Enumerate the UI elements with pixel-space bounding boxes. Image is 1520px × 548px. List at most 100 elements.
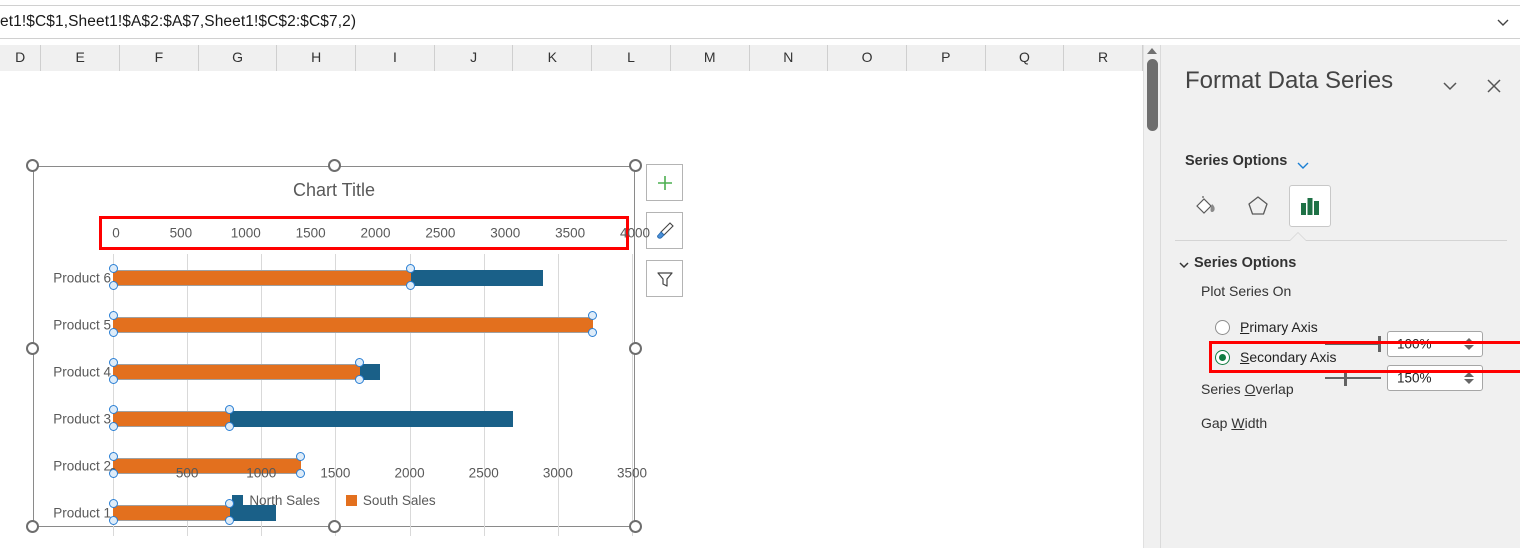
bar-south-sales[interactable]	[113, 317, 594, 333]
scrollbar-thumb[interactable]	[1147, 59, 1158, 131]
series-selection-handle[interactable]	[109, 469, 118, 478]
column-header-r[interactable]: R	[1064, 45, 1143, 71]
stepper-up-icon[interactable]	[1464, 372, 1474, 377]
series-selection-handle[interactable]	[224, 422, 234, 431]
primary-axis-tick: 1000	[246, 465, 277, 481]
chart-resize-handle[interactable]	[629, 520, 642, 533]
series-overlap-slider[interactable]	[1325, 336, 1381, 352]
vertical-scrollbar[interactable]	[1143, 45, 1160, 548]
series-selection-handle[interactable]	[109, 358, 118, 367]
series-selection-handle[interactable]	[224, 499, 234, 508]
series-overlap-input[interactable]: 100%	[1387, 331, 1483, 357]
series-selection-handle[interactable]	[109, 405, 118, 414]
secondary-axis[interactable]: 0 500 1000 1500 2000 2500 3000 3500 4000	[99, 216, 650, 250]
secondary-axis-tick: 0	[112, 225, 120, 241]
series-selection-handle[interactable]	[588, 311, 598, 320]
column-header-o[interactable]: O	[828, 45, 907, 71]
series-selection-handle[interactable]	[109, 452, 118, 461]
series-selection-handle[interactable]	[109, 499, 118, 508]
series-selection-handle[interactable]	[109, 516, 118, 525]
series-selection-handle[interactable]	[406, 281, 416, 290]
chart-resize-handle[interactable]	[26, 520, 39, 533]
column-header-l[interactable]: L	[592, 45, 671, 71]
chart-legend[interactable]: North Sales South Sales	[33, 493, 635, 508]
series-selection-handle[interactable]	[354, 358, 364, 367]
series-selection-handle[interactable]	[109, 375, 118, 384]
column-header-p[interactable]: P	[906, 45, 986, 71]
column-header-e[interactable]: E	[41, 45, 121, 71]
fill-line-tab[interactable]	[1185, 185, 1227, 227]
radio-label: Secondary Axis	[1240, 349, 1337, 365]
radio-icon-selected[interactable]	[1215, 349, 1230, 365]
scroll-up-icon[interactable]	[1147, 48, 1157, 54]
radio-secondary-axis[interactable]: Secondary Axis	[1215, 349, 1337, 365]
format-data-series-pane: Format Data Series Series Options Series…	[1160, 45, 1520, 548]
stepper-down-icon[interactable]	[1464, 379, 1474, 384]
chart-filters-button[interactable]	[646, 260, 683, 297]
series-overlap-value[interactable]: 100%	[1397, 337, 1432, 352]
chart-title[interactable]: Chart Title	[33, 180, 635, 201]
legend-item[interactable]: South Sales	[345, 493, 436, 508]
close-icon[interactable]	[1483, 75, 1505, 102]
primary-axis[interactable]: 0500100015002000250030003500	[66, 462, 647, 484]
series-selection-handle[interactable]	[109, 281, 118, 290]
chevron-down-icon[interactable]	[1494, 13, 1512, 31]
bar-south-sales[interactable]	[113, 270, 412, 286]
chart-resize-handle[interactable]	[629, 159, 642, 172]
slider-thumb[interactable]	[1344, 370, 1347, 386]
column-header-d[interactable]: D	[0, 45, 42, 71]
gap-width-value[interactable]: 150%	[1397, 371, 1432, 386]
series-selection-handle[interactable]	[354, 375, 364, 384]
chart-resize-handle[interactable]	[629, 342, 642, 355]
chart-styles-button[interactable]	[646, 212, 683, 249]
column-header-h[interactable]: H	[277, 45, 357, 71]
stepper-up-icon[interactable]	[1464, 338, 1474, 343]
chart-resize-handle[interactable]	[26, 159, 39, 172]
chevron-down-icon[interactable]	[1177, 258, 1191, 277]
column-header-f[interactable]: F	[120, 45, 199, 71]
series-selection-handle[interactable]	[588, 328, 598, 337]
chart-resize-handle[interactable]	[328, 159, 341, 172]
column-header-k[interactable]: K	[513, 45, 593, 71]
primary-axis-tick: 2000	[394, 465, 425, 481]
radio-primary-axis[interactable]: Primary Axis	[1215, 319, 1318, 335]
chart-resize-handle[interactable]	[328, 520, 341, 533]
gap-width-slider[interactable]	[1325, 370, 1381, 386]
series-selection-handle[interactable]	[224, 405, 234, 414]
column-header-m[interactable]: M	[670, 45, 750, 71]
excel-window: et1!$C$1,Sheet1!$A$2:$A$7,Sheet1!$C$2:$C…	[0, 0, 1520, 548]
gap-width-input[interactable]: 150%	[1387, 365, 1483, 391]
chart-object[interactable]: Chart Title 0 500 1000 1500 2000 2500 3000 3500…	[26, 159, 650, 536]
formula-bar[interactable]: et1!$C$1,Sheet1!$A$2:$A$7,Sheet1!$C$2:$C…	[0, 5, 1520, 39]
column-header-n[interactable]: N	[749, 45, 829, 71]
funnel-icon	[656, 271, 673, 287]
legend-swatch-south	[345, 495, 357, 506]
series-selection-handle[interactable]	[109, 328, 118, 337]
series-selection-handle[interactable]	[109, 422, 118, 431]
column-header-j[interactable]: J	[434, 45, 514, 71]
chart-elements-button[interactable]	[646, 164, 683, 201]
chevron-down-icon[interactable]	[1295, 157, 1311, 178]
series-selection-handle[interactable]	[296, 452, 306, 461]
chart-resize-handle[interactable]	[26, 342, 39, 355]
stepper-down-icon[interactable]	[1464, 345, 1474, 350]
effects-tab[interactable]	[1237, 185, 1279, 227]
chevron-down-icon[interactable]	[1439, 75, 1461, 102]
chart-side-buttons	[646, 164, 683, 308]
slider-thumb[interactable]	[1378, 336, 1381, 352]
series-selection-handle[interactable]	[109, 264, 118, 273]
formula-bar-text[interactable]: et1!$C$1,Sheet1!$A$2:$A$7,Sheet1!$C$2:$C…	[0, 13, 356, 31]
series-selection-handle[interactable]	[109, 311, 118, 320]
series-selection-handle[interactable]	[224, 516, 234, 525]
radio-icon[interactable]	[1215, 319, 1230, 335]
column-header-q[interactable]: Q	[985, 45, 1065, 71]
series-options-tab[interactable]	[1289, 185, 1331, 227]
column-header-g[interactable]: G	[198, 45, 278, 71]
paintbrush-icon	[656, 221, 674, 239]
legend-label: North Sales	[249, 493, 320, 508]
series-options-section-header[interactable]: Series Options	[1194, 255, 1296, 271]
bar-south-sales[interactable]	[113, 364, 360, 380]
bar-south-sales[interactable]	[113, 411, 230, 427]
column-header-i[interactable]: I	[356, 45, 435, 71]
legend-item[interactable]: North Sales	[232, 493, 320, 508]
